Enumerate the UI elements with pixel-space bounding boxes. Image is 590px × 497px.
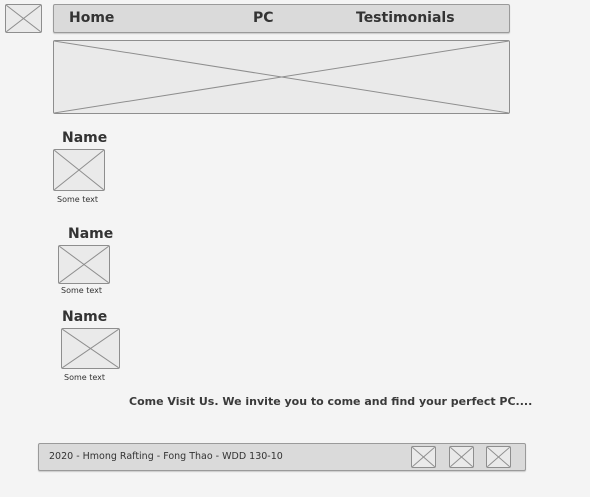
social-icon-3[interactable]	[486, 446, 511, 468]
visit-message: Come Visit Us. We invite you to come and…	[129, 395, 533, 408]
testimonial-name: Name	[68, 226, 114, 242]
nav-testimonials-link[interactable]: Testimonials	[356, 9, 455, 27]
logo-image-icon[interactable]	[5, 4, 42, 33]
social-icon-2[interactable]	[449, 446, 474, 468]
nav-bar: Home PC Testimonials	[53, 4, 510, 33]
testimonial-caption: Some text	[61, 286, 103, 295]
testimonial-name: Name	[62, 309, 108, 325]
social-icon-1[interactable]	[411, 446, 436, 468]
footer-bar: 2020 - Hmong Rafting - Fong Thao - WDD 1…	[38, 443, 526, 471]
testimonial-image	[58, 245, 110, 284]
nav-home-link[interactable]: Home	[69, 9, 114, 27]
nav-pc-link[interactable]: PC	[253, 9, 274, 27]
footer-copyright: 2020 - Hmong Rafting - Fong Thao - WDD 1…	[49, 451, 283, 462]
hero-banner-image	[53, 40, 510, 114]
testimonial-caption: Some text	[64, 373, 106, 382]
testimonial-image	[53, 149, 105, 191]
testimonial-caption: Some text	[57, 195, 99, 204]
testimonial-name: Name	[62, 130, 108, 146]
testimonial-image	[61, 328, 120, 369]
